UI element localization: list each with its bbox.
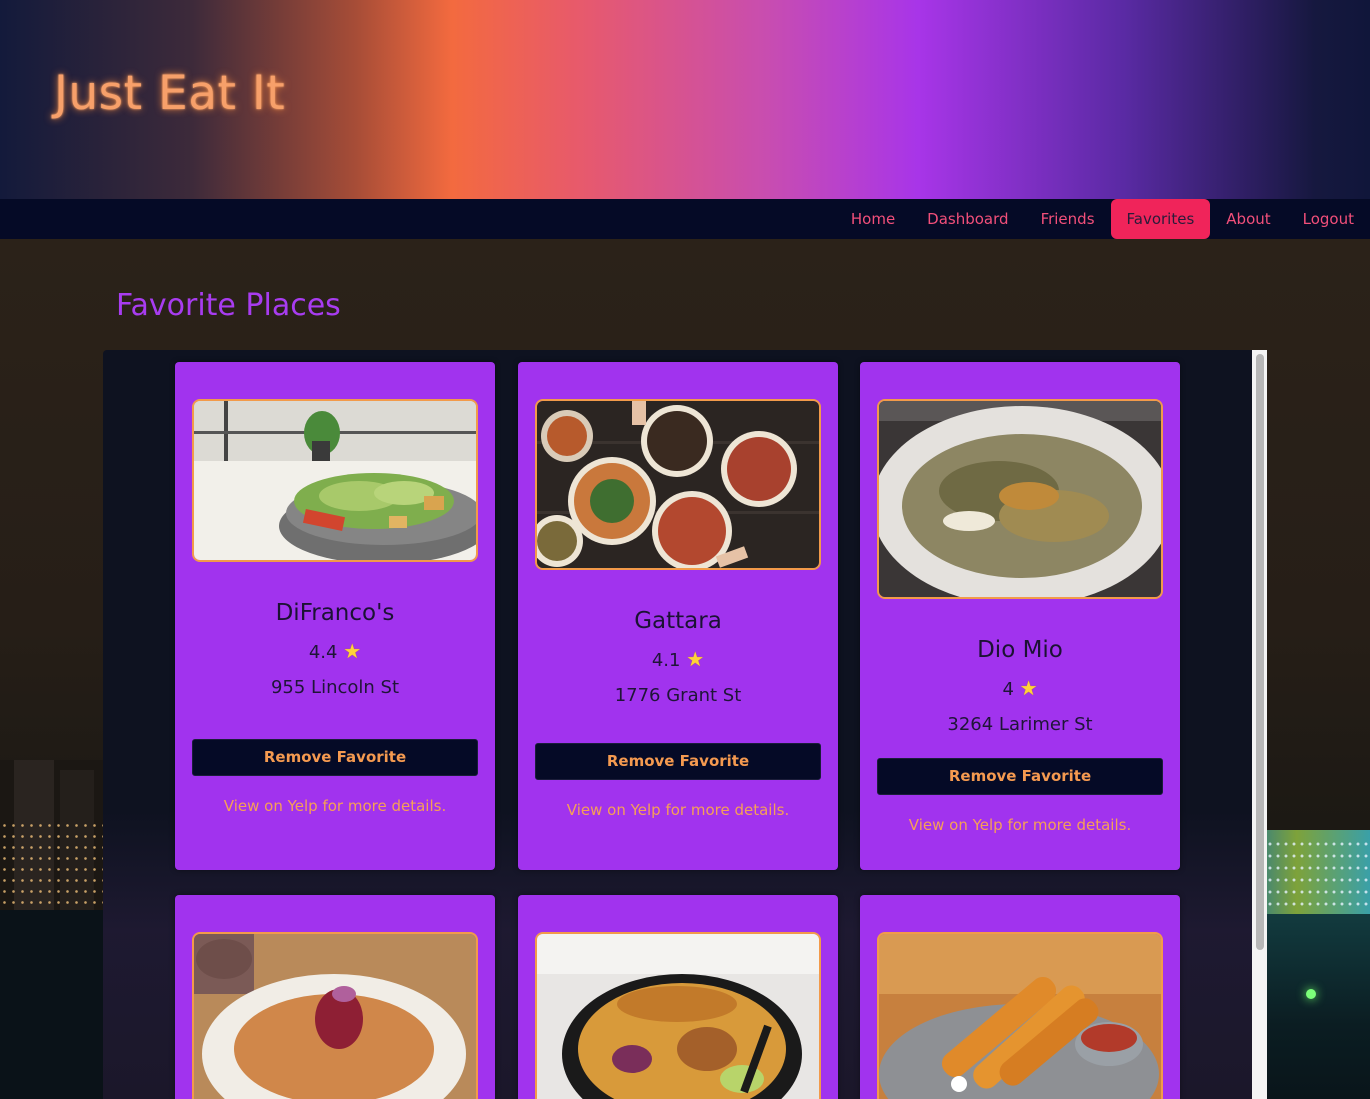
yelp-link[interactable]: View on Yelp for more details. — [860, 816, 1180, 834]
background-water-left — [0, 910, 104, 1099]
restaurant-photo — [877, 932, 1163, 1099]
nav-logout[interactable]: Logout — [1287, 199, 1370, 239]
background-light — [1306, 989, 1316, 999]
rating-value: 4.4 — [308, 642, 338, 663]
restaurant-photo — [192, 399, 478, 562]
star-icon: ★ — [686, 647, 705, 671]
favorite-card: Dio Mio 4 ★ 3264 Larimer St Remove Favor… — [860, 362, 1180, 870]
favorite-card — [518, 895, 838, 1099]
restaurant-name: Dio Mio — [977, 637, 1063, 663]
nav-dashboard[interactable]: Dashboard — [911, 199, 1024, 239]
nav-friends[interactable]: Friends — [1025, 199, 1111, 239]
site-title: Just Eat It — [54, 66, 286, 121]
favorite-card: DiFranco's 4.4 ★ 955 Lincoln St Remove F… — [175, 362, 495, 870]
restaurant-address: 1776 Grant St — [614, 685, 742, 706]
restaurant-photo — [877, 399, 1163, 599]
page-title: Favorite Places — [116, 288, 341, 323]
remove-favorite-button[interactable]: Remove Favorite — [877, 758, 1163, 795]
nav-home[interactable]: Home — [835, 199, 911, 239]
restaurant-photo — [535, 399, 821, 570]
nav-favorites[interactable]: Favorites — [1110, 199, 1211, 239]
remove-favorite-button[interactable]: Remove Favorite — [192, 739, 478, 776]
yelp-link[interactable]: View on Yelp for more details. — [175, 797, 495, 815]
scrollbar-thumb[interactable] — [1256, 354, 1264, 950]
restaurant-name: DiFranco's — [275, 600, 395, 626]
star-icon: ★ — [1019, 676, 1038, 700]
panel-scrollbar[interactable] — [1252, 350, 1267, 1099]
restaurant-rating: 4 ★ — [860, 676, 1180, 700]
rating-value: 4 — [1002, 679, 1014, 700]
favorite-card: Gattara 4.1 ★ 1776 Grant St Remove Favor… — [518, 362, 838, 870]
remove-favorite-button[interactable]: Remove Favorite — [535, 743, 821, 780]
restaurant-photo — [192, 932, 478, 1099]
yelp-link[interactable]: View on Yelp for more details. — [518, 801, 838, 819]
restaurant-address: 955 Lincoln St — [270, 677, 400, 698]
navbar: Home Dashboard Friends Favorites About L… — [0, 199, 1370, 239]
favorite-card — [860, 895, 1180, 1099]
rating-value: 4.1 — [651, 650, 681, 671]
favorite-card — [175, 895, 495, 1099]
restaurant-rating: 4.1 ★ — [518, 647, 838, 671]
restaurant-name: Gattara — [634, 608, 722, 634]
restaurant-address: 3264 Larimer St — [947, 714, 1093, 735]
star-icon: ★ — [343, 639, 362, 663]
restaurant-rating: 4.4 ★ — [175, 639, 495, 663]
nav-about[interactable]: About — [1210, 199, 1286, 239]
restaurant-photo — [535, 932, 821, 1099]
header-banner: Just Eat It — [0, 0, 1370, 199]
